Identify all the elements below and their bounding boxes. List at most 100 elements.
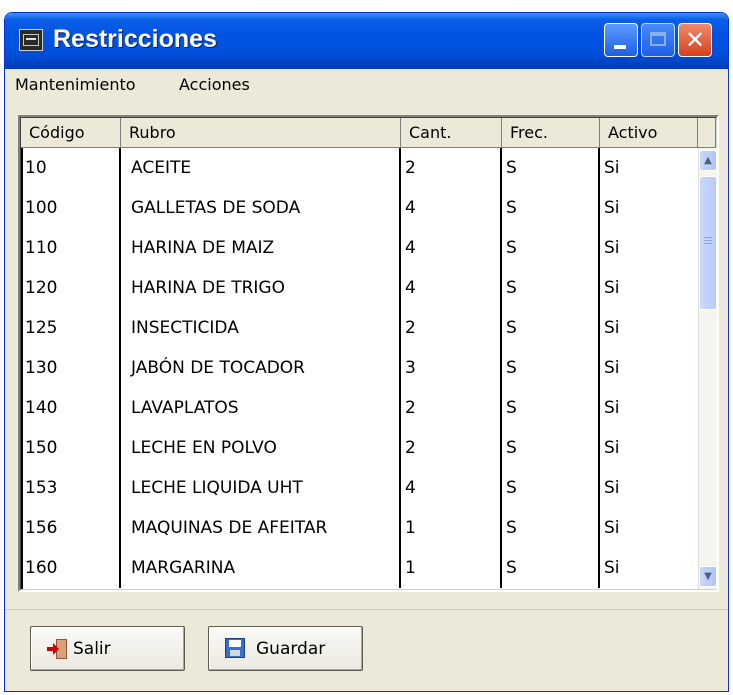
- table-body: 10 ACEITE 2 S Si 100 GALLETAS DE SODA 4 …: [21, 148, 698, 588]
- cell-frec[interactable]: S: [502, 508, 600, 548]
- cell-rubro[interactable]: MARGARINA: [121, 548, 401, 588]
- column-header-cant[interactable]: Cant.: [401, 118, 502, 148]
- close-button[interactable]: ✕: [678, 23, 712, 57]
- minimize-icon: [614, 45, 626, 49]
- menu-acciones[interactable]: Acciones: [179, 75, 250, 94]
- table-row[interactable]: 150 LECHE EN POLVO 2 S Si: [21, 428, 698, 468]
- cell-codigo[interactable]: 110: [21, 228, 121, 268]
- column-header-rubro[interactable]: Rubro: [121, 118, 401, 148]
- column-header-frec[interactable]: Frec.: [502, 118, 600, 148]
- cell-activo[interactable]: Si: [600, 468, 698, 508]
- cell-rubro[interactable]: HARINA DE TRIGO: [121, 268, 401, 308]
- cell-codigo[interactable]: 120: [21, 268, 121, 308]
- cell-cant[interactable]: 1: [401, 508, 502, 548]
- save-button-label: Guardar: [256, 639, 326, 659]
- table-row[interactable]: 153 LECHE LIQUIDA UHT 4 S Si: [21, 468, 698, 508]
- cell-cant[interactable]: 3: [401, 348, 502, 388]
- cell-codigo[interactable]: 156: [21, 508, 121, 548]
- exit-door-icon: [47, 639, 67, 659]
- cell-activo[interactable]: Si: [600, 148, 698, 188]
- cell-cant[interactable]: 2: [401, 428, 502, 468]
- cell-frec[interactable]: S: [502, 228, 600, 268]
- cell-activo[interactable]: Si: [600, 188, 698, 228]
- table-row[interactable]: 110 HARINA DE MAIZ 4 S Si: [21, 228, 698, 268]
- cell-frec[interactable]: S: [502, 348, 600, 388]
- menu-mantenimiento[interactable]: Mantenimiento: [15, 75, 136, 94]
- table-row[interactable]: 100 GALLETAS DE SODA 4 S Si: [21, 188, 698, 228]
- column-header-codigo[interactable]: Código: [21, 118, 121, 148]
- cell-cant[interactable]: 4: [401, 188, 502, 228]
- cell-activo[interactable]: Si: [600, 348, 698, 388]
- table-row[interactable]: 10 ACEITE 2 S Si: [21, 148, 698, 188]
- cell-rubro[interactable]: LECHE LIQUIDA UHT: [121, 468, 401, 508]
- scroll-thumb[interactable]: [699, 176, 717, 310]
- chevron-up-icon: ▲: [704, 155, 712, 166]
- exit-button[interactable]: Salir: [30, 626, 185, 671]
- close-icon: ✕: [684, 26, 706, 54]
- cell-frec[interactable]: S: [502, 388, 600, 428]
- cell-frec[interactable]: S: [502, 548, 600, 588]
- table-row[interactable]: 120 HARINA DE TRIGO 4 S Si: [21, 268, 698, 308]
- cell-frec[interactable]: S: [502, 188, 600, 228]
- cell-codigo[interactable]: 130: [21, 348, 121, 388]
- cell-activo[interactable]: Si: [600, 508, 698, 548]
- table-row[interactable]: 140 LAVAPLATOS 2 S Si: [21, 388, 698, 428]
- menu-bar: Mantenimiento Acciones: [5, 71, 728, 101]
- column-header-activo[interactable]: Activo: [600, 118, 698, 148]
- maximize-icon: [650, 32, 666, 46]
- cell-frec[interactable]: S: [502, 468, 600, 508]
- cell-codigo[interactable]: 160: [21, 548, 121, 588]
- cell-frec[interactable]: S: [502, 148, 600, 188]
- cell-activo[interactable]: Si: [600, 548, 698, 588]
- cell-cant[interactable]: 4: [401, 228, 502, 268]
- cell-activo[interactable]: Si: [600, 308, 698, 348]
- cell-activo[interactable]: Si: [600, 228, 698, 268]
- column-header-spacer: [698, 118, 716, 148]
- cell-rubro[interactable]: GALLETAS DE SODA: [121, 188, 401, 228]
- cell-cant[interactable]: 4: [401, 268, 502, 308]
- table-row[interactable]: 125 INSECTICIDA 2 S Si: [21, 308, 698, 348]
- minimize-button[interactable]: [604, 23, 638, 57]
- cell-cant[interactable]: 2: [401, 388, 502, 428]
- grip-icon: [704, 237, 712, 244]
- app-icon[interactable]: [19, 29, 43, 51]
- cell-cant[interactable]: 1: [401, 548, 502, 588]
- cell-activo[interactable]: Si: [600, 388, 698, 428]
- cell-frec[interactable]: S: [502, 428, 600, 468]
- cell-codigo[interactable]: 140: [21, 388, 121, 428]
- title-bar[interactable]: Restricciones ✕: [5, 13, 728, 69]
- restricciones-window: Restricciones ✕ Mantenimiento Acciones C…: [4, 12, 729, 692]
- cell-codigo[interactable]: 10: [21, 148, 121, 188]
- cell-rubro[interactable]: MAQUINAS DE AFEITAR: [121, 508, 401, 548]
- cell-rubro[interactable]: LECHE EN POLVO: [121, 428, 401, 468]
- floppy-disk-icon: [225, 638, 245, 658]
- exit-button-label: Salir: [73, 639, 111, 659]
- maximize-button[interactable]: [641, 23, 675, 57]
- cell-cant[interactable]: 4: [401, 468, 502, 508]
- cell-cant[interactable]: 2: [401, 308, 502, 348]
- save-button[interactable]: Guardar: [208, 626, 363, 671]
- cell-frec[interactable]: S: [502, 308, 600, 348]
- scroll-down-button[interactable]: ▼: [699, 566, 717, 587]
- cell-codigo[interactable]: 150: [21, 428, 121, 468]
- restrictions-grid[interactable]: Código Rubro Cant. Frec. Activo 10 ACEIT…: [18, 115, 719, 592]
- cell-activo[interactable]: Si: [600, 428, 698, 468]
- cell-codigo[interactable]: 153: [21, 468, 121, 508]
- cell-rubro[interactable]: HARINA DE MAIZ: [121, 228, 401, 268]
- cell-codigo[interactable]: 125: [21, 308, 121, 348]
- cell-cant[interactable]: 2: [401, 148, 502, 188]
- table-row[interactable]: 156 MAQUINAS DE AFEITAR 1 S Si: [21, 508, 698, 548]
- status-strip: [5, 595, 728, 610]
- scroll-up-button[interactable]: ▲: [699, 150, 717, 171]
- window-title: Restricciones: [53, 25, 217, 53]
- table-row[interactable]: 130 JABÓN DE TOCADOR 3 S Si: [21, 348, 698, 388]
- cell-rubro[interactable]: ACEITE: [121, 148, 401, 188]
- cell-rubro[interactable]: JABÓN DE TOCADOR: [121, 348, 401, 388]
- cell-rubro[interactable]: INSECTICIDA: [121, 308, 401, 348]
- cell-rubro[interactable]: LAVAPLATOS: [121, 388, 401, 428]
- table-row[interactable]: 160 MARGARINA 1 S Si: [21, 548, 698, 588]
- cell-codigo[interactable]: 100: [21, 188, 121, 228]
- cell-frec[interactable]: S: [502, 268, 600, 308]
- cell-activo[interactable]: Si: [600, 268, 698, 308]
- vertical-scrollbar[interactable]: ▲ ▼: [698, 148, 717, 589]
